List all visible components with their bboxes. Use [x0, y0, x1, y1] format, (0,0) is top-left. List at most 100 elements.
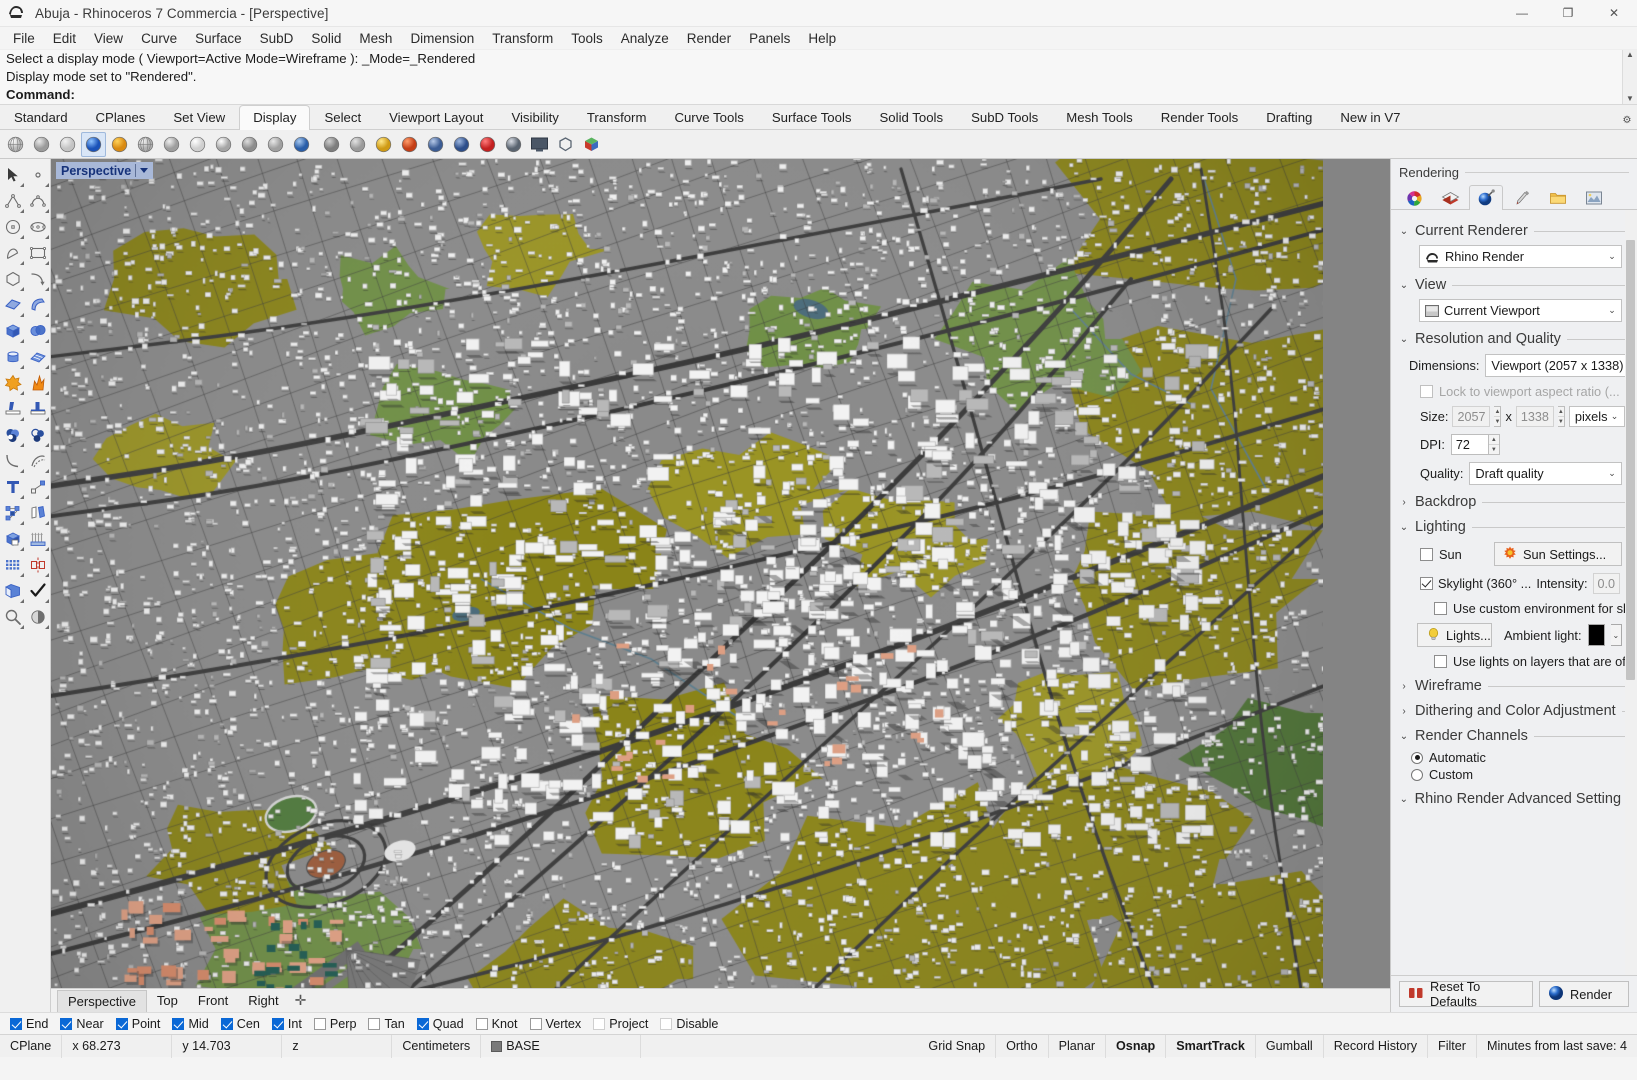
- flat-shade-icon[interactable]: [345, 132, 370, 157]
- boolean-union-icon[interactable]: [0, 422, 25, 448]
- monochrome-icon[interactable]: [263, 132, 288, 157]
- shade-selected-icon[interactable]: [319, 132, 344, 157]
- flyout-arrow-icon[interactable]: [20, 521, 24, 525]
- chevron-down-icon[interactable]: ⌄: [1399, 522, 1409, 533]
- flyout-arrow-icon[interactable]: [45, 365, 49, 369]
- rendered-icon[interactable]: [81, 131, 106, 157]
- menu-mesh[interactable]: Mesh: [350, 29, 401, 48]
- toggle-filter[interactable]: Filter: [1428, 1034, 1478, 1058]
- explode-icon[interactable]: [0, 370, 25, 396]
- menu-surface[interactable]: Surface: [186, 29, 251, 48]
- toggle-planar[interactable]: Planar: [1049, 1034, 1107, 1058]
- appearance-icon[interactable]: [25, 604, 50, 630]
- solid-tools-icon[interactable]: [0, 526, 25, 552]
- checkbox[interactable]: [271, 1017, 284, 1030]
- view-combo[interactable]: Current Viewport ⌄: [1419, 299, 1622, 322]
- surface-plane-icon[interactable]: [0, 292, 25, 318]
- menu-panels[interactable]: Panels: [740, 29, 799, 48]
- status-cplane[interactable]: CPlane: [0, 1034, 63, 1058]
- size-units-combo[interactable]: pixels ⌄: [1568, 406, 1625, 427]
- flyout-arrow-icon[interactable]: [20, 209, 24, 213]
- flyout-arrow-icon[interactable]: [20, 443, 24, 447]
- trim-icon[interactable]: [25, 396, 50, 422]
- flyout-arrow-icon[interactable]: [20, 573, 24, 577]
- toggle-osnap[interactable]: Osnap: [1106, 1034, 1167, 1058]
- perspective-viewport[interactable]: Perspective: [51, 159, 1390, 988]
- xray-icon[interactable]: [133, 132, 158, 157]
- flyout-arrow-icon[interactable]: [20, 313, 24, 317]
- scroll-down-icon[interactable]: ▼: [1626, 94, 1634, 104]
- extrude-icon[interactable]: [25, 526, 50, 552]
- size-width-stepper[interactable]: ▲ ▼: [1494, 406, 1502, 427]
- osnap-quad[interactable]: Quad: [413, 1017, 468, 1031]
- flyout-arrow-icon[interactable]: [45, 521, 49, 525]
- size-height-stepper[interactable]: ▲ ▼: [1557, 406, 1565, 427]
- toggle-gumball[interactable]: Gumball: [1256, 1034, 1324, 1058]
- rectangle-icon[interactable]: [25, 240, 50, 266]
- menu-transform[interactable]: Transform: [483, 29, 562, 48]
- chevron-right-icon[interactable]: ›: [1399, 706, 1409, 717]
- toolbar-tab-surface-tools[interactable]: Surface Tools: [758, 105, 866, 130]
- ambient-light-swatch[interactable]: [1587, 624, 1605, 646]
- toolbar-tab-new-in-v7[interactable]: New in V7: [1326, 105, 1414, 130]
- chevron-down-icon[interactable]: ⌄: [1610, 624, 1622, 646]
- fillet-icon[interactable]: [0, 448, 25, 474]
- command-scrollbar[interactable]: ▲ ▼: [1622, 50, 1637, 104]
- curvature-graph-icon[interactable]: [449, 132, 474, 157]
- bounding-box-icon[interactable]: [553, 132, 578, 157]
- analyze-icon[interactable]: [0, 604, 25, 630]
- chevron-down-icon[interactable]: ⌄: [1399, 334, 1409, 345]
- surface-loft-icon[interactable]: [25, 292, 50, 318]
- section-dithering[interactable]: › Dithering and Color Adjustment: [1399, 703, 1627, 719]
- text-icon[interactable]: [0, 474, 25, 500]
- skylight-checkbox[interactable]: [1420, 577, 1433, 590]
- dimensions-combo[interactable]: Viewport (2057 x 1338) ⌄: [1485, 354, 1637, 377]
- curve-icon[interactable]: [25, 188, 50, 214]
- render-button[interactable]: Render: [1539, 981, 1629, 1007]
- flyout-arrow-icon[interactable]: [20, 287, 24, 291]
- flyout-arrow-icon[interactable]: [20, 235, 24, 239]
- chevron-down-icon[interactable]: ⌄: [1608, 411, 1622, 422]
- toggle-record-history[interactable]: Record History: [1324, 1034, 1429, 1058]
- flyout-arrow-icon[interactable]: [45, 261, 49, 265]
- flyout-arrow-icon[interactable]: [45, 183, 49, 187]
- checkbox[interactable]: [220, 1017, 233, 1030]
- polygon-icon[interactable]: [0, 266, 25, 292]
- toolbar-tab-mesh-tools[interactable]: Mesh Tools: [1052, 105, 1146, 130]
- add-viewport-icon[interactable]: ✛: [289, 989, 313, 1012]
- arctic-icon[interactable]: [107, 132, 132, 157]
- menu-render[interactable]: Render: [678, 29, 740, 48]
- osnap-cen[interactable]: Cen: [217, 1017, 264, 1031]
- flyout-arrow-icon[interactable]: [45, 469, 49, 473]
- toolbar-tab-subd-tools[interactable]: SubD Tools: [957, 105, 1052, 130]
- layers-icon[interactable]: [0, 578, 25, 604]
- osnap-point[interactable]: Point: [112, 1017, 165, 1031]
- select-arrow-icon[interactable]: [0, 162, 25, 188]
- section-current-renderer[interactable]: ⌄ Current Renderer: [1399, 223, 1627, 239]
- menu-subd[interactable]: SubD: [251, 29, 303, 48]
- scroll-up-icon[interactable]: ▲: [1626, 50, 1634, 60]
- menu-curve[interactable]: Curve: [132, 29, 186, 48]
- group-icon[interactable]: [0, 500, 25, 526]
- ghosted-icon[interactable]: [55, 132, 80, 157]
- checkbox[interactable]: [660, 1017, 673, 1030]
- section-resolution-and-quality[interactable]: ⌄ Resolution and Quality: [1399, 331, 1627, 347]
- copy-icon[interactable]: [25, 500, 50, 526]
- flyout-arrow-icon[interactable]: [45, 391, 49, 395]
- layer-lights-checkbox[interactable]: [1434, 655, 1447, 668]
- wireframe-icon[interactable]: [3, 132, 28, 157]
- flyout-arrow-icon[interactable]: [20, 625, 24, 629]
- folder-tab[interactable]: [1541, 185, 1575, 210]
- osnap-project[interactable]: Project: [589, 1017, 652, 1031]
- osnap-mid[interactable]: Mid: [168, 1017, 212, 1031]
- flyout-arrow-icon[interactable]: [20, 183, 24, 187]
- cylinder-icon[interactable]: [0, 344, 25, 370]
- menu-help[interactable]: Help: [799, 29, 845, 48]
- checkbox[interactable]: [475, 1017, 488, 1030]
- toolbar-tab-select[interactable]: Select: [310, 105, 375, 130]
- status-units[interactable]: Centimeters: [392, 1034, 482, 1058]
- section-lighting[interactable]: ⌄ Lighting: [1399, 519, 1627, 535]
- flyout-arrow-icon[interactable]: [45, 599, 49, 603]
- view-tab-front[interactable]: Front: [188, 990, 238, 1011]
- render-window-tab[interactable]: [1577, 185, 1611, 210]
